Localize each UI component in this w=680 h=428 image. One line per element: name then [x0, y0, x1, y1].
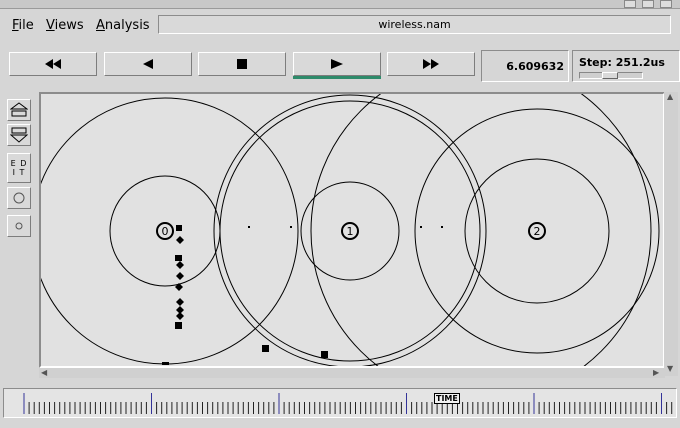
- fast-forward-icon: [423, 59, 439, 69]
- packet: [262, 345, 269, 352]
- menu-analysis-label: nalysis: [104, 18, 150, 33]
- close-icon[interactable]: [660, 0, 672, 8]
- network-canvas[interactable]: 0 1 2: [39, 92, 665, 368]
- step-back-icon: [143, 59, 153, 69]
- current-time-display: 6.609632: [481, 50, 569, 82]
- packet: [175, 283, 183, 291]
- zoom-in-button[interactable]: [7, 99, 31, 121]
- maximize-icon[interactable]: [642, 0, 654, 8]
- packet: [176, 312, 184, 320]
- scroll-right-icon[interactable]: ▶: [653, 368, 659, 377]
- small-circle-icon: [15, 222, 23, 230]
- scroll-left-icon[interactable]: ◀: [41, 368, 47, 377]
- menu-views-label: iews: [54, 18, 84, 33]
- point-tool-button[interactable]: [7, 215, 31, 237]
- scroll-up-icon[interactable]: ▲: [667, 92, 673, 101]
- play-icon: [331, 59, 343, 69]
- play-button[interactable]: [293, 52, 381, 76]
- circle-icon: [13, 192, 25, 204]
- packet: [176, 225, 182, 231]
- horizontal-scrollbar[interactable]: ◀ ▶: [39, 368, 665, 378]
- step-back-button[interactable]: [104, 52, 192, 76]
- fast-rewind-button[interactable]: [9, 52, 97, 76]
- packet: [175, 322, 182, 329]
- minimize-icon[interactable]: [624, 0, 636, 8]
- timeline-ticks: [23, 393, 673, 414]
- node-0-label: 0: [162, 225, 169, 238]
- trace-filename-display: wireless.nam: [158, 15, 671, 34]
- step-label: Step: 251.2us: [579, 56, 665, 69]
- menu-file-label: ile: [18, 18, 34, 33]
- packet: [176, 261, 184, 269]
- edit-icon: E D I T: [11, 159, 28, 177]
- packet-dot: [420, 226, 422, 228]
- edit-label-line2: I T: [12, 168, 26, 177]
- packet: [175, 255, 182, 261]
- node-2-label: 2: [534, 225, 541, 238]
- step-control: Step: 251.2us: [572, 50, 680, 82]
- packet: [162, 362, 169, 365]
- zoom-out-button[interactable]: [7, 124, 31, 146]
- node-2[interactable]: 2: [528, 222, 546, 240]
- step-slider-thumb[interactable]: [602, 72, 618, 79]
- menu-file[interactable]: File: [12, 18, 34, 33]
- vertical-scrollbar[interactable]: ▲ ▼: [664, 92, 678, 376]
- packet-dot: [290, 226, 292, 228]
- zoom-in-icon: [10, 102, 28, 117]
- stop-icon: [237, 59, 247, 69]
- zoom-out-icon: [10, 127, 28, 143]
- time-marker[interactable]: TIME: [434, 393, 460, 404]
- network-animation: 0 1 2: [41, 94, 660, 366]
- packet-dot: [248, 226, 250, 228]
- transmission-wave: [310, 94, 652, 366]
- packet: [176, 272, 184, 280]
- play-active-indicator: [293, 76, 381, 79]
- fast-rewind-icon: [45, 59, 61, 69]
- node-1-label: 1: [347, 225, 354, 238]
- menu-views-mnemonic: V: [46, 18, 55, 33]
- scroll-down-icon[interactable]: ▼: [667, 364, 673, 373]
- menu-views[interactable]: Views: [46, 18, 84, 33]
- stop-button[interactable]: [198, 52, 286, 76]
- tool-column: E D I T: [5, 93, 33, 379]
- edit-button[interactable]: E D I T: [7, 153, 31, 183]
- node-tool-button[interactable]: [7, 187, 31, 209]
- packet-dot: [441, 226, 443, 228]
- timeline-slider[interactable]: TIME: [3, 388, 677, 418]
- menu-analysis-mnemonic: A: [96, 18, 105, 33]
- menu-analysis[interactable]: Analysis: [96, 18, 150, 33]
- edit-label-line1: E D: [10, 159, 28, 168]
- node-0[interactable]: 0: [156, 222, 174, 240]
- step-slider[interactable]: [579, 72, 643, 79]
- node-1[interactable]: 1: [341, 222, 359, 240]
- window-title-bar: [0, 0, 680, 9]
- packet: [176, 298, 184, 306]
- packet: [176, 236, 184, 244]
- fast-forward-button[interactable]: [387, 52, 475, 76]
- packet: [321, 351, 328, 358]
